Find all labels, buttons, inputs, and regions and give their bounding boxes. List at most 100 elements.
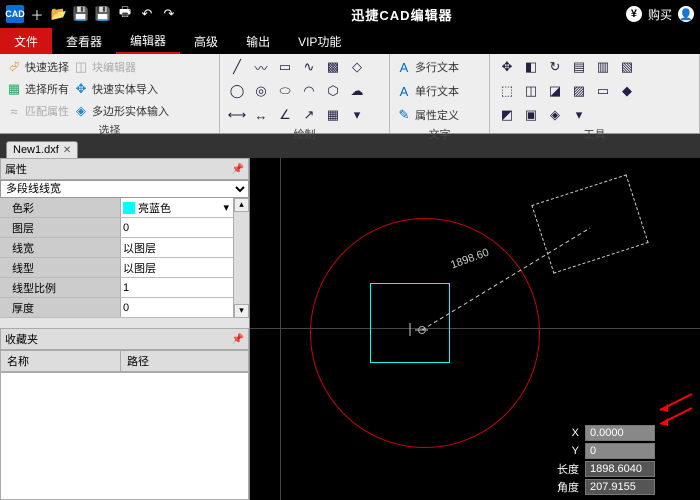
open-icon[interactable]: 📂 <box>50 5 68 23</box>
buy-link[interactable]: 购买 <box>648 6 672 23</box>
favorites-columns: 名称 路径 <box>0 350 249 372</box>
dropdown-icon[interactable]: ▾ <box>223 201 233 214</box>
ring-icon[interactable]: ◎ <box>250 81 272 101</box>
menu-output[interactable]: 输出 <box>232 28 284 54</box>
tool-icon-5[interactable]: ▥ <box>592 57 614 77</box>
center-point <box>418 326 426 334</box>
annotation-arrow <box>654 392 694 435</box>
favorites-list[interactable] <box>0 372 249 500</box>
tool-icon-4[interactable]: ▤ <box>568 57 590 77</box>
tool-icon-12[interactable]: ◆ <box>616 81 638 101</box>
mtext-icon: A <box>396 59 412 75</box>
pin-icon[interactable]: 📌 <box>232 164 244 175</box>
tool-icon-11[interactable]: ▭ <box>592 81 614 101</box>
attr-def-button[interactable]: ✎属性定义 <box>396 105 483 125</box>
singleline-text-button[interactable]: A单行文本 <box>396 81 483 101</box>
property-grid: 色彩 亮蓝色▾ 图层0 线宽以图层 线型以图层 线型比例1 厚度0 <box>0 198 233 318</box>
menu-vip[interactable]: VIP功能 <box>284 28 355 54</box>
y-label: Y <box>572 445 579 457</box>
menu-editor[interactable]: 编辑器 <box>116 28 180 54</box>
cloud-icon[interactable]: ☁ <box>346 81 368 101</box>
menu-viewer[interactable]: 查看器 <box>52 28 116 54</box>
angle-dim-icon[interactable]: ∠ <box>274 105 296 125</box>
currency-icon[interactable]: ¥ <box>626 6 642 22</box>
y-input[interactable]: 0 <box>585 443 655 459</box>
tool-icon-8[interactable]: ◫ <box>520 81 542 101</box>
tool-icon-3[interactable]: ↻ <box>544 57 566 77</box>
drawing-canvas[interactable]: 1898.60 X0.0000 Y0 长度1898.6040 角度207.915… <box>250 158 700 500</box>
arc-icon[interactable]: ◠ <box>298 81 320 101</box>
x-input[interactable]: 0.0000 <box>585 425 655 441</box>
new-icon[interactable]: ＋ <box>28 5 46 23</box>
document-tab-label: New1.dxf <box>13 144 59 156</box>
table-icon[interactable]: ▦ <box>322 105 344 125</box>
more-draw-icon[interactable]: ▾ <box>346 105 368 125</box>
tool-icon-16[interactable]: ▾ <box>568 105 590 125</box>
circle-icon[interactable]: ◯ <box>226 81 248 101</box>
col-name[interactable]: 名称 <box>1 351 121 371</box>
leader-icon[interactable]: ↗ <box>298 105 320 125</box>
prop-row-thickness[interactable]: 厚度0 <box>0 298 233 318</box>
attr-icon: ✎ <box>396 107 412 123</box>
tool-icon-2[interactable]: ◧ <box>520 57 542 77</box>
stext-icon: A <box>396 83 412 99</box>
scroll-down-icon: ▾ <box>234 304 249 318</box>
angle-label: 角度 <box>557 479 579 495</box>
polygon-entity-input-button[interactable]: ◈多边形实体输入 <box>73 101 169 121</box>
aligned-dim-icon[interactable]: ⟷ <box>226 105 248 125</box>
prop-row-color[interactable]: 色彩 亮蓝色▾ <box>0 198 233 218</box>
group-tools-label: 工具 <box>496 125 693 143</box>
group-text-label: 文字 <box>396 125 483 143</box>
multiline-text-button[interactable]: A多行文本 <box>396 57 483 77</box>
match-props-button: ≈匹配属性 <box>6 101 69 121</box>
property-scrollbar[interactable]: ▴▾ <box>233 198 249 318</box>
undo-icon[interactable]: ↶ <box>138 5 156 23</box>
tool-icon-13[interactable]: ◩ <box>496 105 518 125</box>
prop-row-layer[interactable]: 图层0 <box>0 218 233 238</box>
document-tab[interactable]: New1.dxf ✕ <box>6 141 78 158</box>
print-icon[interactable]: 🖶 <box>116 5 134 23</box>
tool-icon-14[interactable]: ▣ <box>520 105 542 125</box>
polyline-icon[interactable]: 〰 <box>250 57 272 77</box>
rect-icon[interactable]: ▭ <box>274 57 296 77</box>
point-icon[interactable]: ◇ <box>346 57 368 77</box>
property-selector[interactable]: 多段线线宽 <box>0 180 249 198</box>
properties-header: 属性 📌 <box>0 158 249 180</box>
col-path[interactable]: 路径 <box>121 351 155 371</box>
menu-bar: 文件 查看器 编辑器 高级 输出 VIP功能 <box>0 28 700 54</box>
select-all-button[interactable]: ▦选择所有 <box>6 79 69 99</box>
prop-row-lineweight[interactable]: 线宽以图层 <box>0 238 233 258</box>
save-as-icon[interactable]: 💾 <box>94 5 112 23</box>
tool-icon-6[interactable]: ▧ <box>616 57 638 77</box>
tool-icon-15[interactable]: ◈ <box>544 105 566 125</box>
hex-icon[interactable]: ⬡ <box>322 81 344 101</box>
move-icon[interactable]: ✥ <box>496 57 518 77</box>
hatch-icon[interactable]: ▩ <box>322 57 344 77</box>
favorites-header: 收藏夹 📌 <box>0 328 249 350</box>
zigzag-icon[interactable]: ∿ <box>298 57 320 77</box>
menu-file[interactable]: 文件 <box>0 28 52 54</box>
user-icon[interactable]: 👤 <box>678 6 694 22</box>
angle-value: 207.9155 <box>585 479 655 495</box>
close-tab-icon[interactable]: ✕ <box>63 145 71 156</box>
tool-icon-7[interactable]: ⬚ <box>496 81 518 101</box>
quick-select-button[interactable]: ⮰快速选择 <box>6 57 69 77</box>
menu-advanced[interactable]: 高级 <box>180 28 232 54</box>
tool-icon-10[interactable]: ▨ <box>568 81 590 101</box>
app-title: 迅捷CAD编辑器 <box>178 5 626 24</box>
import-icon: ✥ <box>73 81 89 97</box>
ellipse-icon[interactable]: ⬭ <box>274 81 296 101</box>
line-icon[interactable]: ╱ <box>226 57 248 77</box>
quick-entity-import-button[interactable]: ✥快速实体导入 <box>73 79 169 99</box>
save-icon[interactable]: 💾 <box>72 5 90 23</box>
app-logo[interactable]: CAD <box>6 5 24 23</box>
prop-row-ltscale[interactable]: 线型比例1 <box>0 278 233 298</box>
x-label: X <box>572 427 579 439</box>
scroll-up-icon: ▴ <box>234 198 249 212</box>
prop-row-linetype[interactable]: 线型以图层 <box>0 258 233 278</box>
length-value: 1898.6040 <box>585 461 655 477</box>
pin-icon-2[interactable]: 📌 <box>232 334 244 345</box>
redo-icon[interactable]: ↷ <box>160 5 178 23</box>
tool-icon-9[interactable]: ◪ <box>544 81 566 101</box>
linear-dim-icon[interactable]: ↔ <box>250 105 272 125</box>
